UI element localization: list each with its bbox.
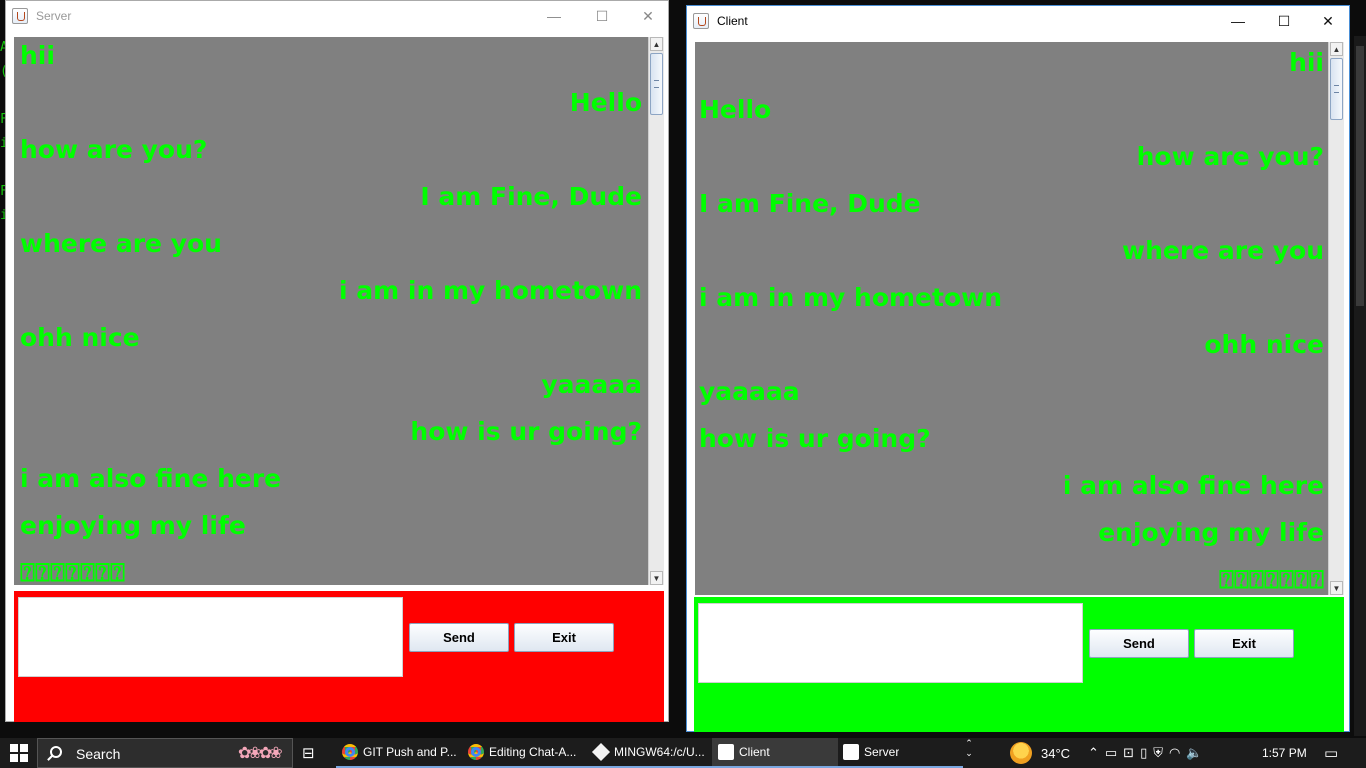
chat-message: i am also fine here <box>20 464 282 493</box>
maximize-button[interactable]: ☐ <box>579 1 625 31</box>
cherry-blossom-icon: ✿❀✿❀ <box>238 745 283 762</box>
server-title: Server <box>36 9 72 23</box>
chat-message: i am in my hometown <box>338 276 642 305</box>
client-message-input[interactable] <box>698 603 1083 683</box>
taskbar-app-label: MINGW64:/c/U... <box>614 745 705 759</box>
java-icon <box>843 744 859 760</box>
taskbar-app-label: GIT Push and P... <box>363 745 457 759</box>
taskbar-app-label: Server <box>864 745 900 759</box>
chat-message: I am Fine, Dude <box>699 189 921 218</box>
chevron-up-icon: ⌃ <box>965 738 973 748</box>
chat-message: where are you <box>1122 236 1324 265</box>
server-titlebar[interactable]: Server — ☐ ✕ <box>6 1 668 31</box>
client-window: Client — ☐ ✕ hii Hello how are you? I am … <box>686 5 1350 732</box>
close-button[interactable]: ✕ <box>625 1 671 31</box>
chat-message: how is ur going? <box>699 424 931 453</box>
terminal-scrollbar[interactable] <box>1354 36 1366 736</box>
chrome-icon <box>468 744 484 760</box>
weather-icon[interactable] <box>1010 742 1032 764</box>
search-placeholder: Search <box>76 746 121 762</box>
temperature[interactable]: 34°C <box>1041 738 1070 768</box>
taskbar-app-label: Editing Chat-A... <box>489 745 577 759</box>
client-chat-area[interactable]: hii Hello how are you? I am Fine, Dude whe… <box>695 42 1328 595</box>
notification-icon[interactable]: ▭ <box>1324 738 1338 768</box>
client-chat-scrollbar[interactable]: ▲ ▼ <box>1328 42 1344 595</box>
server-message-input[interactable] <box>18 597 403 677</box>
close-button[interactable]: ✕ <box>1305 6 1351 36</box>
client-input-panel: Send Exit <box>694 597 1344 732</box>
scroll-thumb[interactable] <box>1330 58 1343 120</box>
chevron-down-icon: ⌄ <box>965 748 973 758</box>
taskbar-app-editing[interactable]: Editing Chat-A... <box>462 738 588 768</box>
chat-message: yaaaaa <box>541 370 642 399</box>
chat-message: how is ur going? <box>410 417 642 446</box>
chat-message: Hello <box>569 88 642 117</box>
minimize-button[interactable]: — <box>531 1 577 31</box>
chat-message: how are you? <box>1136 142 1324 171</box>
taskbar-app-mingw64[interactable]: MINGW64:/c/U... <box>587 738 713 768</box>
java-icon <box>693 13 709 29</box>
chat-message: Hello <box>699 95 772 124</box>
java-icon <box>12 8 28 24</box>
taskbar-app-server[interactable]: Server <box>837 738 963 768</box>
server-chat-scrollbar[interactable]: ▲ ▼ <box>648 37 664 585</box>
exit-button[interactable]: Exit <box>1194 629 1294 658</box>
send-button[interactable]: Send <box>1089 629 1189 658</box>
scroll-up-icon[interactable]: ▲ <box>650 37 663 51</box>
chat-message: yaaaaa <box>699 377 800 406</box>
chat-message: where are you <box>20 229 222 258</box>
chat-message: hii <box>20 41 55 70</box>
taskbar-scroll-chevrons[interactable]: ⌃ ⌄ <box>962 738 976 768</box>
chat-message: ⍰⍰⍰⍰⍰⍰⍰ <box>20 558 126 585</box>
scroll-down-icon[interactable]: ▼ <box>650 571 663 585</box>
scroll-up-icon[interactable]: ▲ <box>1330 42 1343 56</box>
client-titlebar[interactable]: Client — ☐ ✕ <box>687 6 1349 36</box>
server-window: Server — ☐ ✕ hii Hello how are you? I am F… <box>5 0 669 722</box>
chrome-icon <box>342 744 358 760</box>
chat-message: ⍰⍰⍰⍰⍰⍰⍰ <box>1218 565 1324 594</box>
server-chat-area[interactable]: hii Hello how are you? I am Fine, Dude whe… <box>14 37 648 585</box>
java-icon <box>718 744 734 760</box>
chat-message: i am also fine here <box>1062 471 1324 500</box>
taskbar-app-label: Client <box>739 745 770 759</box>
minimize-button[interactable]: — <box>1215 6 1261 36</box>
chat-message: hii <box>1289 48 1324 77</box>
client-title: Client <box>717 14 748 28</box>
taskbar-app-git[interactable]: GIT Push and P... <box>336 738 462 768</box>
exit-button[interactable]: Exit <box>514 623 614 652</box>
server-input-panel: Send Exit <box>14 591 664 722</box>
scroll-down-icon[interactable]: ▼ <box>1330 581 1343 595</box>
clock[interactable]: 1:57 PM <box>1262 738 1307 768</box>
send-button[interactable]: Send <box>409 623 509 652</box>
chat-message: ohh nice <box>1204 330 1324 359</box>
task-view-icon[interactable]: ⊟ <box>302 738 322 768</box>
chat-message: enjoying my life <box>20 511 246 540</box>
start-button[interactable] <box>10 744 28 762</box>
system-tray-icons[interactable]: ⌃▭⊡▯⛨◠🔈 <box>1088 738 1209 768</box>
taskbar-app-client[interactable]: Client <box>712 738 838 768</box>
chat-message: enjoying my life <box>1098 518 1324 547</box>
maximize-button[interactable]: ☐ <box>1261 6 1307 36</box>
taskbar-search[interactable]: Search ✿❀✿❀ <box>37 738 293 768</box>
chat-message: I am Fine, Dude <box>420 182 642 211</box>
chat-message: ohh nice <box>20 323 140 352</box>
scroll-thumb[interactable] <box>650 53 663 115</box>
chat-message: how are you? <box>20 135 208 164</box>
search-icon <box>50 746 62 758</box>
taskbar: Search ✿❀✿❀ ⊟ GIT Push and P... Editing C… <box>0 738 1366 768</box>
chat-message: i am in my hometown <box>699 283 1003 312</box>
git-bash-icon <box>591 742 611 762</box>
